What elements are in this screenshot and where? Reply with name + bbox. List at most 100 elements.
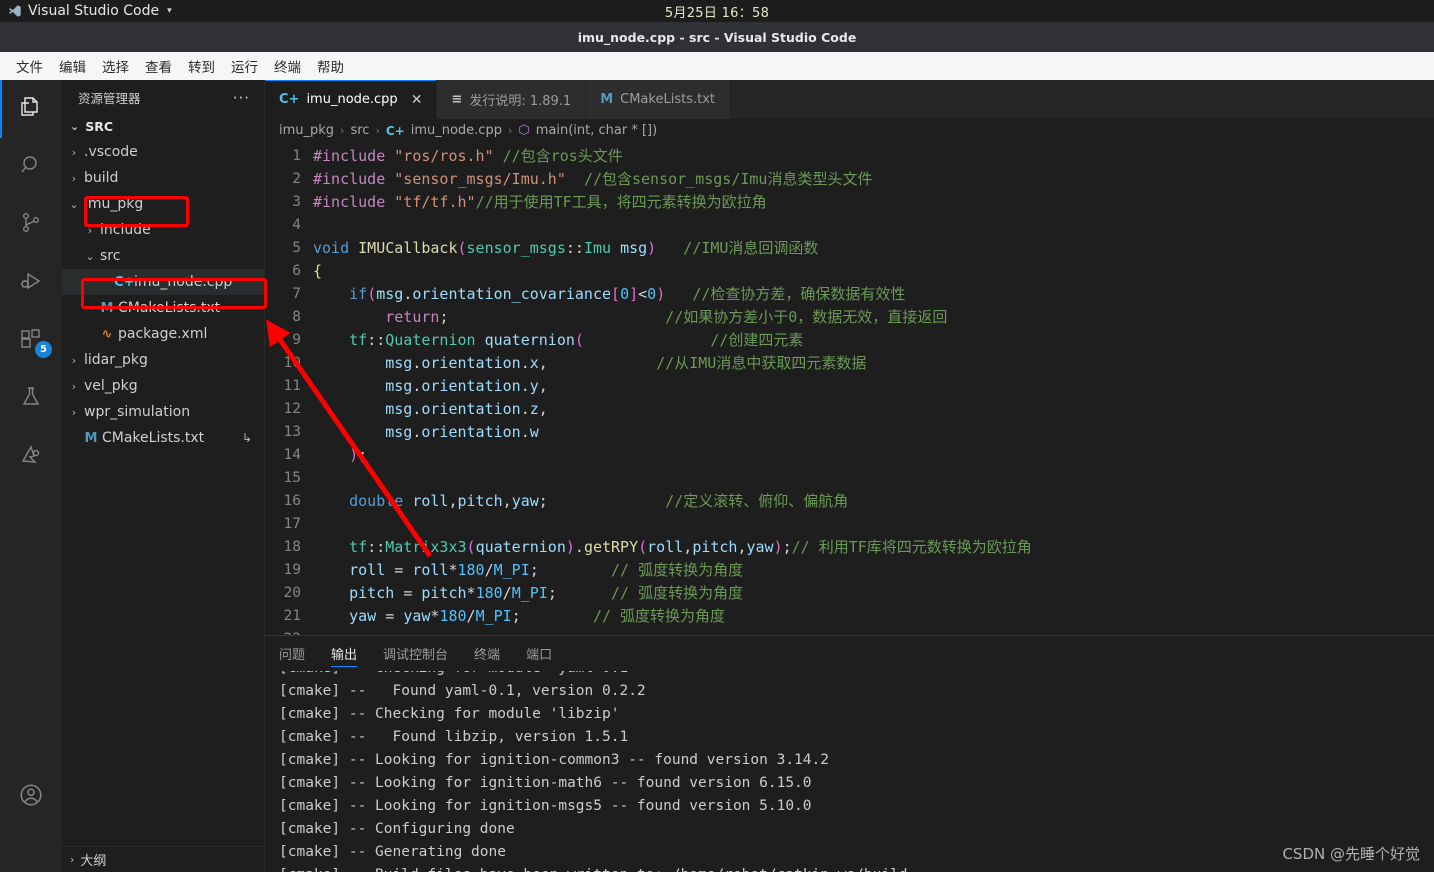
output-line: [cmake] -- Checking for module 'libzip' [279, 706, 620, 722]
code-line-text: tf::Matrix3x3(quaternion).getRPY(roll,pi… [349, 538, 1032, 556]
file-tree-item[interactable]: › lidar_pkg [62, 347, 264, 373]
code-line: 3 #include "tf/tf.h"//用于使用TF工具，将四元素转换为欧拉角 [265, 190, 1434, 213]
chevron-down-icon[interactable]: ⌄ [82, 250, 98, 263]
panel-tab-0[interactable]: 问题 [279, 636, 305, 671]
vscode-window: Visual Studio Code ▾ 5月25日 16：58 imu_nod… [0, 0, 1434, 872]
breadcrumb-item-2[interactable]: imu_node.cpp [411, 123, 502, 138]
line-number: 10 [283, 354, 301, 371]
activity-item-extensions[interactable]: 5 [0, 312, 62, 370]
file-tree-item[interactable]: ⌄ src [62, 243, 264, 269]
editor-tab-label: CMakeLists.txt [620, 92, 715, 107]
file-tree-item[interactable]: › vel_pkg [62, 373, 264, 399]
menu-item-6[interactable]: 终端 [266, 54, 309, 78]
tab-file-icon: M [600, 92, 614, 107]
panel-tab-4[interactable]: 端口 [526, 636, 552, 671]
close-icon[interactable]: ✕ [411, 92, 423, 108]
chevron-down-icon[interactable]: ⌄ [66, 198, 82, 211]
chevron-right-icon: › [70, 853, 75, 866]
panel-tab-3[interactable]: 终端 [474, 636, 500, 671]
editor-tab-0[interactable]: C+ imu_node.cpp ✕ [265, 80, 438, 119]
ros-icon [19, 443, 43, 471]
breadcrumb-item-1[interactable]: src [350, 123, 369, 138]
breadcrumb-separator-icon: › [375, 124, 380, 137]
activity-item-ros[interactable] [0, 428, 62, 486]
activity-item-explorer[interactable] [0, 80, 62, 138]
outline-section[interactable]: › 大纲 [62, 846, 265, 872]
editor-tab-2[interactable]: M CMakeLists.txt [586, 80, 730, 119]
file-tree-item[interactable]: › include [62, 217, 264, 243]
code-line: 6{ [265, 259, 1434, 282]
menu-item-7[interactable]: 帮助 [309, 54, 352, 78]
activity-item-run-and-debug[interactable] [0, 254, 62, 312]
file-tree-item[interactable]: C+ imu_node.cpp [62, 269, 264, 295]
editor-group: C+ imu_node.cpp ✕ ≡ 发行说明: 1.89.1 M CMakeLists.… [265, 80, 1434, 635]
activity-item-search[interactable] [0, 138, 62, 196]
editor-tab-1[interactable]: ≡ 发行说明: 1.89.1 [437, 80, 587, 119]
panel-tab-2[interactable]: 调试控制台 [383, 636, 448, 671]
code-line: 7 if(msg.orientation_covariance[0]<0) //… [265, 282, 1434, 305]
line-number: 16 [283, 492, 301, 509]
activity-item-source-control[interactable] [0, 196, 62, 254]
panel-tab-bar: 问题 输出 调试控制台 终端 端口 [265, 636, 1434, 671]
code-line: 1 #include "ros/ros.h" //包含ros头文件 [265, 144, 1434, 167]
file-type-icon: M [84, 430, 98, 446]
file-tree-item[interactable]: M CMakeLists.txt ↳ [62, 425, 264, 451]
menu-item-4[interactable]: 转到 [180, 54, 223, 78]
file-tree-item[interactable]: › .vscode [62, 139, 264, 165]
file-type-icon: ∿ [101, 326, 113, 342]
menu-item-1[interactable]: 编辑 [51, 54, 94, 78]
code-line-text: return; //如果协方差小于0，数据无效，直接返回 [385, 308, 948, 326]
file-tree-item-label: lidar_pkg [84, 352, 148, 368]
chevron-right-icon[interactable]: › [66, 380, 82, 393]
source-control-icon [19, 211, 43, 239]
window-titlebar: imu_node.cpp - src - Visual Studio Code [0, 22, 1434, 52]
symlink-icon: ↳ [241, 431, 252, 445]
menu-item-0[interactable]: 文件 [8, 54, 51, 78]
explorer-root-label: SRC [85, 119, 114, 134]
output-line: [cmake] -- Looking for ignition-math6 --… [279, 775, 812, 791]
breadcrumb-file-icon: C+ [385, 123, 405, 138]
code-editor[interactable]: 1 #include "ros/ros.h" //包含ros头文件 2 #includ… [265, 142, 1434, 635]
file-tree-item[interactable]: M CMakeLists.txt [62, 295, 264, 321]
tab-file-icon: C+ [279, 92, 300, 107]
code-line-text: roll = roll*180/M_PI; // 弧度转换为角度 [349, 561, 744, 579]
code-line: 15 [265, 466, 1434, 489]
file-tree-item[interactable]: › wpr_simulation [62, 399, 264, 425]
chevron-right-icon[interactable]: › [66, 406, 82, 419]
file-tree-item[interactable]: ∿ package.xml [62, 321, 264, 347]
file-tree-item-label: .vscode [84, 144, 138, 160]
output-view[interactable]: [cmake] -- Checking for module 'yaml-0.1… [265, 671, 1434, 872]
line-number: 1 [292, 147, 301, 164]
breadcrumb-item-0[interactable]: imu_pkg [279, 123, 334, 138]
panel-tab-1[interactable]: 输出 [331, 636, 358, 671]
chevron-right-icon[interactable]: › [66, 172, 82, 185]
menu-item-2[interactable]: 选择 [94, 54, 137, 78]
explorer-root-folder[interactable]: ⌄ SRC [62, 115, 264, 138]
breadcrumb-item-3[interactable]: main(int, char * []) [536, 123, 657, 138]
chevron-right-icon[interactable]: › [82, 224, 98, 237]
code-line-text: { [313, 261, 323, 280]
activity-item-testing[interactable] [0, 370, 62, 428]
code-line-text: ); [349, 445, 368, 464]
os-clock[interactable]: 5月25日 16：58 [0, 2, 1434, 21]
activity-item-account[interactable] [0, 768, 62, 826]
code-line-text: if(msg.orientation_covariance[0]<0) //检查… [349, 285, 906, 303]
code-line-text: msg.orientation.z, [385, 399, 548, 418]
code-line: 20 pitch = pitch*180/M_PI; // 弧度转换为角度 [265, 581, 1434, 604]
code-line-text: msg.orientation.w [385, 422, 539, 441]
menu-item-3[interactable]: 查看 [137, 54, 180, 78]
chevron-right-icon[interactable]: › [66, 146, 82, 159]
code-line: 9 tf::Quaternion quaternion( //创建四元素 [265, 328, 1434, 351]
output-line: [cmake] -- Build files have been written… [279, 864, 1434, 872]
more-actions-icon[interactable]: ··· [233, 90, 250, 105]
file-tree-item[interactable]: ⌄ imu_pkg [62, 191, 264, 217]
line-number: 9 [292, 331, 301, 348]
menu-item-5[interactable]: 运行 [223, 54, 266, 78]
output-line: [cmake] -- Checking for module 'yaml-0.1… [279, 671, 1434, 680]
file-tree-item-label: package.xml [118, 326, 208, 342]
file-tree-item-label: vel_pkg [84, 378, 138, 394]
code-line: 12 msg.orientation.z, [265, 397, 1434, 420]
code-line-text: double roll,pitch,yaw; //定义滚转、俯仰、偏航角 [349, 492, 849, 510]
chevron-right-icon[interactable]: › [66, 354, 82, 367]
file-tree-item[interactable]: › build [62, 165, 264, 191]
